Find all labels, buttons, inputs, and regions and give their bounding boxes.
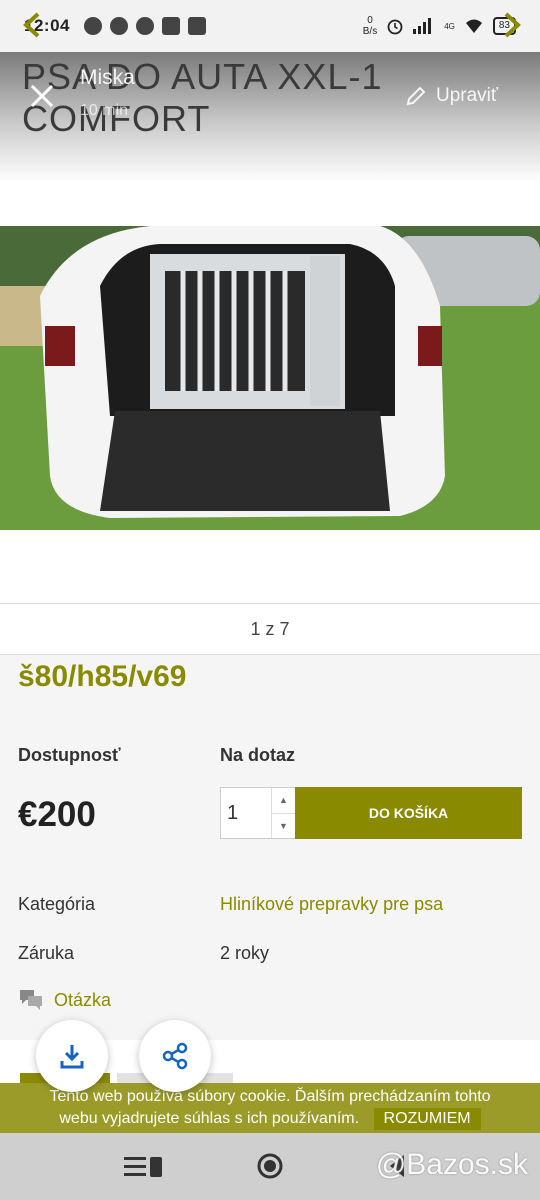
category-link[interactable]: Hliníkové prepravky pre psa xyxy=(220,894,443,915)
quantity-stepper[interactable]: 1 ▲ ▼ xyxy=(220,787,296,839)
question-link[interactable]: Otázka xyxy=(18,988,111,1012)
overlay-title: Miska xyxy=(80,66,135,89)
availability-label: Dostupnosť xyxy=(18,745,121,765)
quantity-input[interactable]: 1 xyxy=(221,788,271,838)
signal-icon xyxy=(413,18,432,34)
gallery-counter: 1 z 7 xyxy=(250,618,290,639)
product-image[interactable] xyxy=(0,226,540,530)
close-icon xyxy=(30,84,54,108)
share-button[interactable] xyxy=(139,1020,211,1092)
home-icon[interactable] xyxy=(255,1151,285,1181)
facebook-messenger-icon xyxy=(109,17,128,35)
gmail-icon xyxy=(161,17,180,35)
download-icon xyxy=(60,1045,84,1069)
car-dog-crate-image xyxy=(0,226,540,530)
availability-value: Na dotaz xyxy=(220,745,296,765)
network-speed: 0 B/s xyxy=(363,15,377,37)
pencil-icon xyxy=(406,86,426,106)
decrement-button[interactable]: ▼ xyxy=(272,814,295,839)
edit-label: Upraviť xyxy=(436,85,499,106)
overlay-subtitle: 10 min xyxy=(80,102,129,119)
network-speed-value: 0 xyxy=(367,15,373,26)
category-label: Kategória xyxy=(18,894,96,914)
facebook-icon xyxy=(83,17,102,35)
download-button[interactable] xyxy=(36,1020,108,1092)
network-speed-unit: B/s xyxy=(362,26,378,37)
wifi-icon xyxy=(465,19,482,33)
alarm-icon xyxy=(387,19,403,35)
next-image-button[interactable] xyxy=(496,10,526,40)
prev-image-button[interactable] xyxy=(18,10,48,40)
increment-button[interactable]: ▲ xyxy=(272,788,295,814)
close-button[interactable] xyxy=(26,82,58,114)
warranty-label: Záruka xyxy=(18,943,75,963)
watermark: @Bazos.sk xyxy=(375,1148,528,1181)
edit-button[interactable]: Upraviť xyxy=(404,84,498,108)
photo-spacer xyxy=(0,530,540,604)
product-price: €200 xyxy=(18,795,96,834)
sync-icon xyxy=(135,17,154,35)
youtube-icon xyxy=(187,17,206,35)
notification-icons xyxy=(83,17,206,35)
status-bar: 12:04 0 B/s 4G 83 xyxy=(0,0,540,52)
question-label: Otázka xyxy=(54,989,112,1010)
network-type: 4G xyxy=(444,21,455,31)
cookie-accept-button[interactable]: ROZUMIEM xyxy=(373,1108,481,1130)
product-dimensions: š80/h85/v69 xyxy=(18,660,187,693)
recent-apps-icon[interactable] xyxy=(122,1153,166,1181)
gallery-navigation: 1 z 7 xyxy=(0,603,540,655)
cookie-text-line1: Tento web používa súbory cookie. Ďalším … xyxy=(49,1088,491,1105)
quantity-spinner: ▲ ▼ xyxy=(271,788,295,838)
add-to-cart-button[interactable]: DO KOŠÍKA xyxy=(295,787,522,839)
cookie-text-line2: webu vyjadrujete súhlas s ich používaním… xyxy=(59,1110,360,1127)
chat-bubbles-icon xyxy=(20,990,42,1010)
share-icon xyxy=(162,1042,188,1070)
warranty-value: 2 roky xyxy=(220,943,270,963)
